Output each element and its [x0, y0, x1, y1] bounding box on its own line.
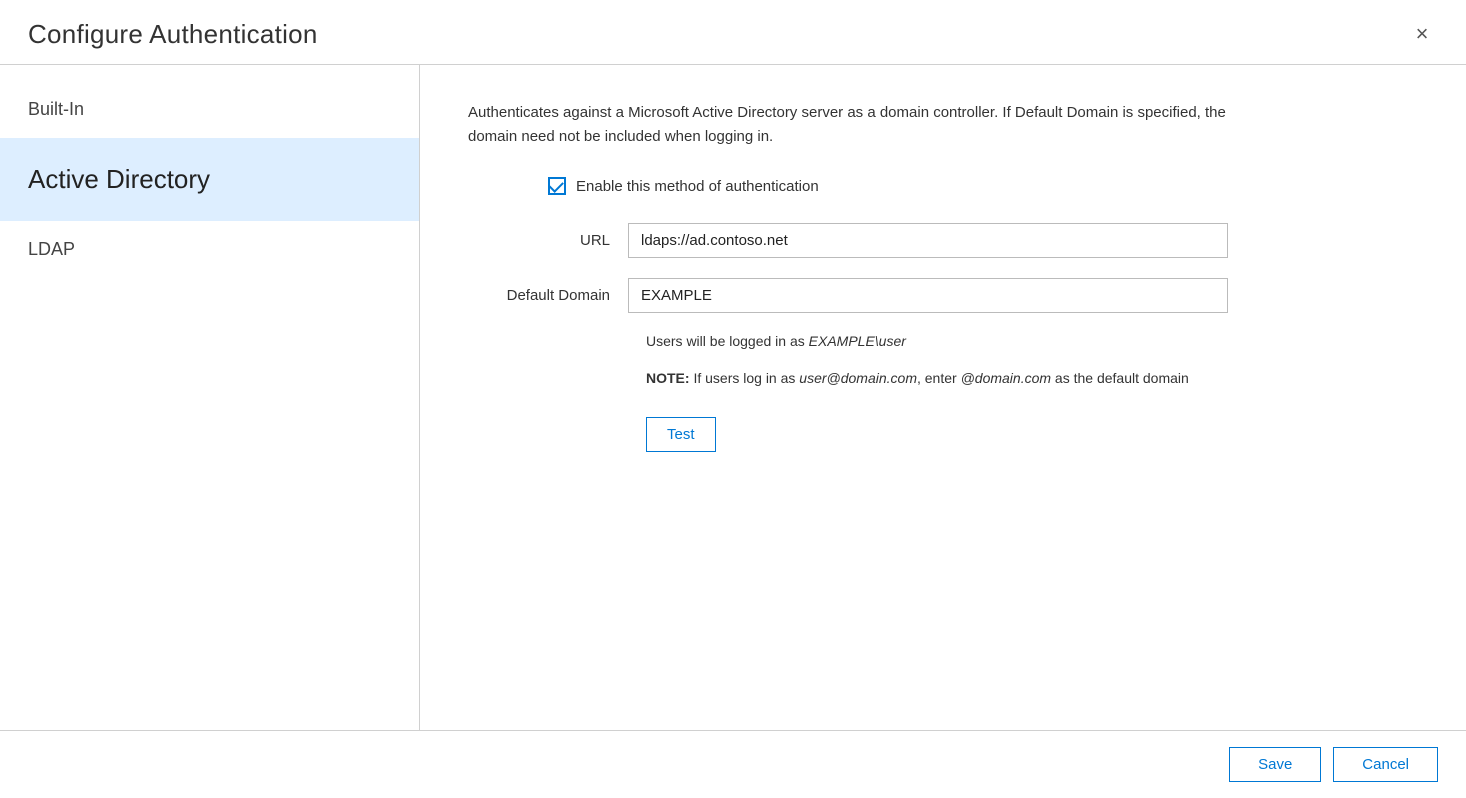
- close-button[interactable]: ×: [1406, 18, 1438, 50]
- url-row: URL: [468, 223, 1418, 258]
- configure-authentication-dialog: Configure Authentication × Built-In Acti…: [0, 0, 1466, 798]
- note-text-1: If users log in as: [690, 370, 800, 386]
- hint-text-prefix: Users will be logged in as: [646, 333, 809, 349]
- url-label: URL: [468, 232, 628, 249]
- sidebar: Built-In Active Directory LDAP: [0, 65, 420, 730]
- url-input[interactable]: [628, 223, 1228, 258]
- enable-label: Enable this method of authentication: [576, 178, 819, 195]
- default-domain-label: Default Domain: [468, 287, 628, 304]
- note-italic-1: user@domain.com: [799, 370, 917, 386]
- note-italic-2: @domain.com: [961, 370, 1051, 386]
- note-text: NOTE: If users log in as user@domain.com…: [468, 367, 1228, 389]
- test-button[interactable]: Test: [646, 417, 716, 452]
- enable-checkbox[interactable]: [548, 177, 566, 195]
- dialog-header: Configure Authentication ×: [0, 0, 1466, 65]
- sidebar-item-ldap[interactable]: LDAP: [0, 221, 419, 278]
- sidebar-item-active-directory[interactable]: Active Directory: [0, 138, 419, 221]
- note-text-3: as the default domain: [1051, 370, 1189, 386]
- hint-text: Users will be logged in as EXAMPLE\user: [468, 333, 1418, 349]
- content-area: Authenticates against a Microsoft Active…: [420, 65, 1466, 730]
- hint-text-italic: EXAMPLE\user: [809, 333, 906, 349]
- note-bold: NOTE:: [646, 370, 690, 386]
- cancel-button[interactable]: Cancel: [1333, 747, 1438, 782]
- enable-row: Enable this method of authentication: [468, 177, 1418, 195]
- default-domain-row: Default Domain: [468, 278, 1418, 313]
- save-button[interactable]: Save: [1229, 747, 1321, 782]
- default-domain-input[interactable]: [628, 278, 1228, 313]
- note-text-2: , enter: [917, 370, 961, 386]
- enable-checkbox-wrapper[interactable]: Enable this method of authentication: [548, 177, 819, 195]
- description-text: Authenticates against a Microsoft Active…: [468, 101, 1228, 149]
- dialog-footer: Save Cancel: [0, 730, 1466, 798]
- dialog-body: Built-In Active Directory LDAP Authentic…: [0, 65, 1466, 730]
- dialog-title: Configure Authentication: [28, 19, 318, 50]
- sidebar-item-built-in[interactable]: Built-In: [0, 81, 419, 138]
